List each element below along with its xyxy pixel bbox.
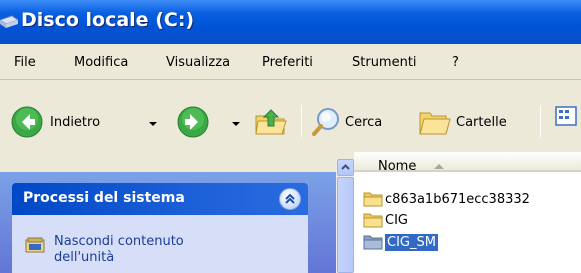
scroll-up-arrow-icon xyxy=(341,164,350,170)
up-folder-icon xyxy=(255,109,287,135)
panel-title: Processi del sistema xyxy=(23,190,185,206)
file-name: c863a1b671ecc38332 xyxy=(385,191,530,207)
folders-button[interactable]: Cartelle xyxy=(418,107,507,137)
file-name: CIG_SM xyxy=(385,233,438,251)
folder-icon xyxy=(363,234,383,250)
forward-button[interactable] xyxy=(176,105,210,139)
link-line-1: Nascondi contenuto xyxy=(54,234,184,249)
link-line-2: dell'unità xyxy=(54,250,115,265)
menu-help[interactable]: ? xyxy=(452,55,459,70)
forward-dropdown-icon[interactable] xyxy=(232,122,240,126)
chevron-up-icon xyxy=(285,193,295,204)
menu-modifica[interactable]: Modifica xyxy=(74,55,128,70)
menu-file[interactable]: File xyxy=(14,55,36,70)
toolbar-separator xyxy=(301,105,302,137)
hide-drive-contents-link[interactable]: Nascondi contenuto dell'unità xyxy=(54,234,274,266)
menu-strumenti[interactable]: Strumenti xyxy=(352,55,417,70)
back-label: Indietro xyxy=(50,114,101,130)
scroll-up-button[interactable] xyxy=(337,159,354,176)
window-title: Disco locale (C:) xyxy=(21,9,195,31)
collapse-button[interactable] xyxy=(279,188,301,210)
scroll-thumb[interactable] xyxy=(337,177,354,273)
file-row-selected[interactable]: CIG_SM xyxy=(363,232,438,252)
title-bar[interactable]: Disco locale (C:) xyxy=(0,0,581,44)
drive-icon xyxy=(0,15,18,28)
back-dropdown-icon[interactable] xyxy=(149,122,157,126)
back-button[interactable]: Indietro xyxy=(10,105,100,139)
drive-hide-icon xyxy=(25,237,45,253)
back-arrow-icon xyxy=(11,106,43,138)
toolbar-separator xyxy=(540,105,541,137)
column-header-label: Nome xyxy=(378,159,417,174)
folders-icon xyxy=(419,112,451,135)
search-button[interactable]: Cerca xyxy=(311,106,382,138)
folder-icon xyxy=(363,212,383,228)
search-label: Cerca xyxy=(345,114,383,130)
file-row[interactable]: CIG xyxy=(363,210,408,230)
menu-bar: File Modifica Visualizza Preferiti Strum… xyxy=(0,44,581,80)
sort-ascending-icon xyxy=(434,164,444,169)
search-icon xyxy=(312,108,339,136)
menu-preferiti[interactable]: Preferiti xyxy=(262,55,313,70)
menu-visualizza[interactable]: Visualizza xyxy=(166,55,230,70)
file-name: CIG xyxy=(385,212,408,228)
forward-arrow-icon xyxy=(177,106,209,138)
file-row[interactable]: c863a1b671ecc38332 xyxy=(363,189,530,209)
up-folder-button[interactable] xyxy=(254,104,288,138)
views-icon[interactable] xyxy=(555,105,577,127)
folders-label: Cartelle xyxy=(456,114,507,130)
folder-icon xyxy=(363,191,383,207)
